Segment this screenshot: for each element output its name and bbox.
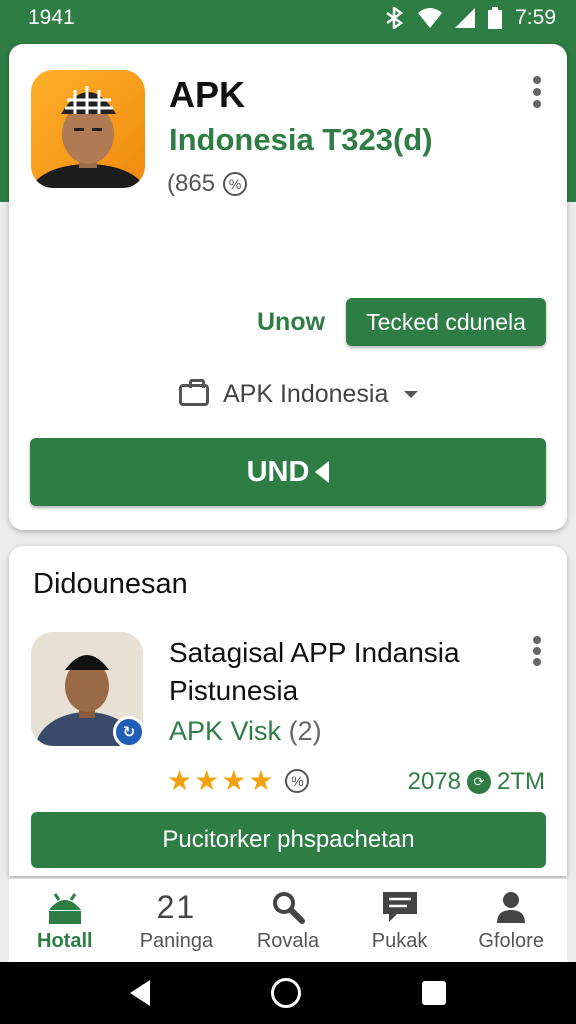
app-list-card: Didounesan ↻ Satagisal APP Indansia Pist… — [9, 546, 567, 876]
tecked-button[interactable]: Tecked cdunela — [346, 298, 546, 346]
status-icons: 7:59 — [383, 6, 556, 30]
app-title: APK — [169, 74, 246, 115]
dropdown-value: APK Indonesia — [223, 380, 389, 408]
nav-item-hotall[interactable]: Hotall — [15, 888, 115, 953]
message-icon — [382, 892, 417, 922]
signal-icon — [455, 8, 476, 28]
star-icon: ★ — [167, 765, 193, 796]
nav-item-rovala[interactable]: Rovala — [238, 888, 338, 953]
app-meta-text: (865 — [167, 170, 216, 197]
list-app-subtitle-count: (2) — [288, 716, 322, 746]
star-icon: ★ — [221, 765, 247, 796]
install-button-label: UND — [246, 455, 310, 488]
star-icon: ★ — [248, 765, 274, 796]
app-subtitle: Indonesia T323(d) — [169, 122, 433, 157]
source-dropdown[interactable]: APK Indonesia — [179, 378, 419, 409]
person-icon — [497, 892, 526, 923]
list-app-subtitle-text: APK Visk — [169, 716, 282, 746]
section-title: Didounesan — [33, 568, 188, 600]
app-meta: (865 % — [167, 170, 248, 198]
home-icon[interactable] — [270, 978, 301, 1008]
status-time-right: 7:59 — [515, 6, 556, 29]
back-icon[interactable] — [130, 980, 151, 1006]
list-app-button[interactable]: Pucitorker phspachetan — [31, 812, 546, 868]
app-icon[interactable] — [31, 70, 145, 188]
system-nav-bar — [0, 962, 576, 1024]
android-icon — [48, 893, 81, 924]
status-bar: 1941 7:59 — [0, 0, 576, 36]
status-time-left: 1941 — [28, 6, 75, 29]
wifi-icon — [418, 8, 443, 28]
person-avatar-icon — [31, 86, 145, 188]
list-app-title-line1: Satagisal APP Indansia — [169, 637, 460, 668]
link-badge-icon: ↻ — [113, 716, 145, 748]
number-icon: 21 — [156, 888, 197, 925]
nav-item-pukak[interactable]: Pukak — [350, 888, 450, 953]
bluetooth-icon — [386, 7, 404, 29]
battery-icon — [488, 7, 503, 29]
speaker-icon — [315, 461, 330, 483]
stat-left: 2078 — [407, 768, 461, 795]
nav-label: Pukak — [371, 930, 428, 952]
more-options-icon[interactable] — [527, 76, 547, 108]
download-circle-icon: ⟳ — [467, 770, 491, 794]
more-options-icon[interactable] — [527, 636, 547, 666]
featured-app-card: APK Indonesia T323(d) (865 % Unow Tecked… — [9, 44, 567, 530]
briefcase-icon — [179, 378, 209, 406]
app-stats: 2078 ⟳ 2TM — [408, 768, 545, 796]
nav-item-paninga[interactable]: 21 Paninga — [126, 888, 226, 953]
nav-label: Paninga — [139, 930, 214, 952]
percent-circle-icon: % — [223, 172, 248, 196]
bottom-nav: Hotall 21 Paninga Rovala Pukak Gfolore — [9, 878, 567, 962]
list-app-title: Satagisal APP Indansia Pistunesia — [169, 634, 509, 710]
search-icon — [272, 892, 305, 924]
nav-label: Rovala — [256, 930, 320, 952]
nav-label: Gfolore — [478, 930, 544, 952]
install-button[interactable]: UND — [30, 438, 546, 506]
caret-down-icon — [404, 391, 419, 398]
percent-circle-icon: % — [285, 768, 310, 793]
recents-icon[interactable] — [421, 981, 446, 1005]
list-app-title-line2: Pistunesia — [169, 675, 299, 706]
stat-right: 2TM — [497, 768, 545, 795]
nav-item-gfolore[interactable]: Gfolore — [461, 888, 561, 953]
nav-label: Hotall — [37, 930, 93, 952]
unow-link[interactable]: Unow — [257, 308, 325, 337]
rating-stars: ★ ★ ★ ★ % — [167, 764, 310, 797]
star-icon: ★ — [194, 765, 220, 796]
list-app-subtitle: APK Visk (2) — [169, 716, 322, 747]
